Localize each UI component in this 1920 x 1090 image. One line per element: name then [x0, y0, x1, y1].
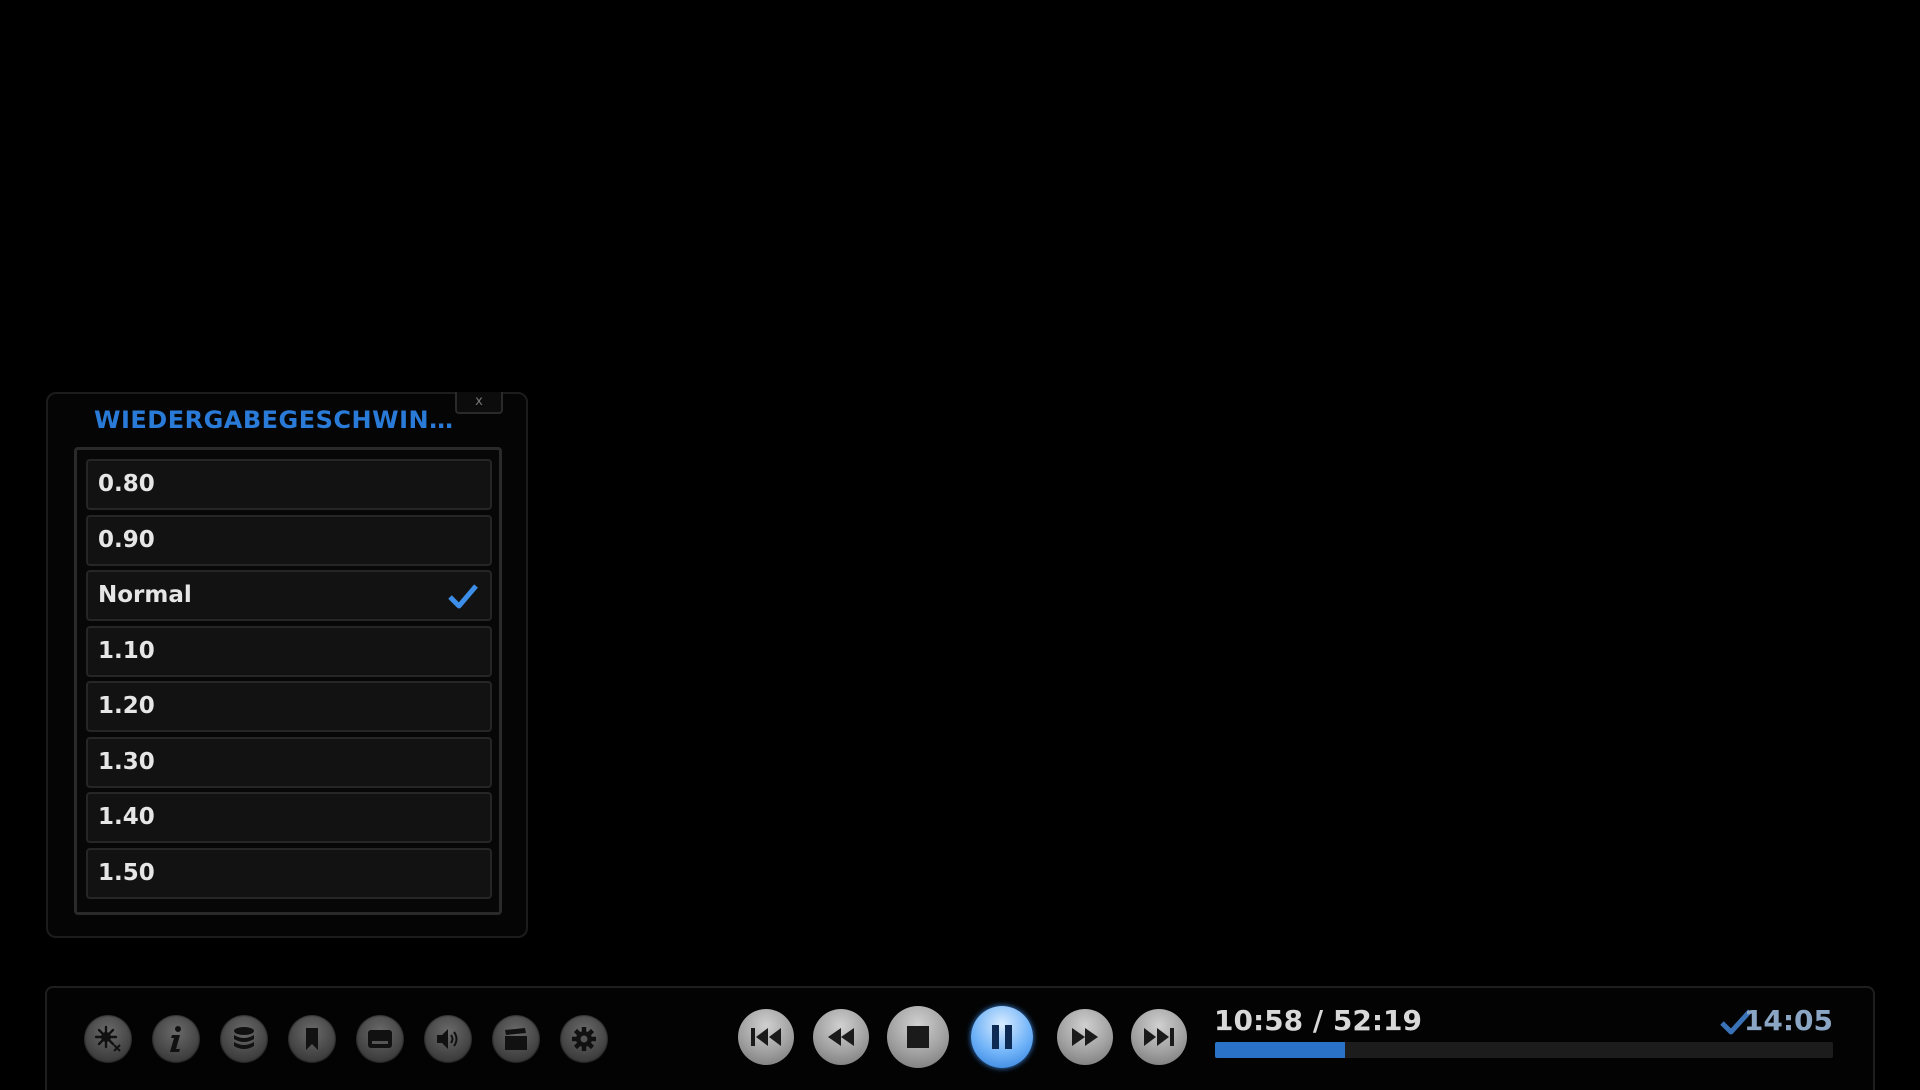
stop-icon: [907, 1026, 929, 1048]
speed-item-1-40[interactable]: 1.40: [86, 792, 492, 843]
speed-item-label: 1.50: [98, 859, 155, 886]
audio-icon: [437, 1029, 458, 1049]
playback-speed-dialog: x WIEDERGABEGESCHWINDIGKEIT 0.80 0.90 No…: [46, 392, 528, 938]
fast-forward-button[interactable]: [1057, 1009, 1113, 1065]
speed-item-0-80[interactable]: 0.80: [86, 459, 492, 510]
settings-button[interactable]: [560, 1015, 608, 1063]
speed-item-0-90[interactable]: 0.90: [86, 514, 492, 566]
skip-previous-icon: [751, 1028, 781, 1046]
speed-item-label: Normal: [98, 582, 192, 608]
speed-item-1-20[interactable]: 1.20: [86, 681, 492, 732]
speed-list-frame: 0.80 0.90 Normal 1.10 1.20 1.30 1.40 1.5…: [74, 447, 502, 915]
video-button[interactable]: [492, 1015, 540, 1063]
speed-list: 0.80 0.90 Normal 1.10 1.20 1.30 1.40 1.5…: [86, 459, 492, 903]
subtitles-button[interactable]: [356, 1015, 404, 1063]
layers-button[interactable]: [220, 1015, 268, 1063]
fast-forward-icon: [1072, 1028, 1098, 1046]
effects-off-button[interactable]: [84, 1015, 132, 1063]
speed-item-label: 1.40: [98, 804, 155, 830]
pause-button[interactable]: [971, 1006, 1033, 1068]
speed-item-normal[interactable]: Normal: [86, 570, 492, 621]
speed-item-label: 0.80: [98, 471, 155, 497]
bookmark-icon: [306, 1028, 318, 1050]
progress-fill: [1215, 1042, 1345, 1058]
rewind-icon: [828, 1028, 854, 1046]
video-clapper-icon: [505, 1028, 527, 1050]
speed-item-label: 1.10: [98, 637, 155, 664]
speed-item-1-50[interactable]: 1.50: [86, 847, 492, 899]
skip-previous-button[interactable]: [738, 1009, 794, 1065]
effects-off-icon: [94, 1025, 121, 1052]
settings-gear-icon: [572, 1027, 596, 1051]
skip-next-icon: [1144, 1028, 1174, 1046]
bookmark-button[interactable]: [288, 1015, 336, 1063]
info-icon: [170, 1026, 181, 1052]
layers-icon: [234, 1027, 254, 1049]
stop-button[interactable]: [887, 1006, 949, 1068]
osd-control-bar: 10:58 / 52:19 14:05: [45, 986, 1875, 1090]
skip-next-button[interactable]: [1131, 1009, 1187, 1065]
selected-check-icon: [448, 584, 478, 609]
playback-time: 10:58 / 52:19: [1214, 1004, 1422, 1037]
system-clock: 14:05: [1743, 1004, 1833, 1037]
speed-item-1-10[interactable]: 1.10: [86, 625, 492, 677]
info-button[interactable]: [152, 1015, 200, 1063]
speed-item-label: 0.90: [98, 526, 155, 553]
audio-button[interactable]: [424, 1015, 472, 1063]
speed-item-1-30[interactable]: 1.30: [86, 736, 492, 788]
subtitles-icon: [368, 1030, 392, 1048]
progress-bar[interactable]: [1215, 1042, 1833, 1058]
rewind-button[interactable]: [813, 1009, 869, 1065]
speed-item-label: 1.20: [98, 693, 155, 719]
dialog-title: WIEDERGABEGESCHWINDIGKEIT: [94, 406, 464, 434]
speed-item-label: 1.30: [98, 748, 155, 775]
pause-icon: [992, 1025, 1012, 1049]
